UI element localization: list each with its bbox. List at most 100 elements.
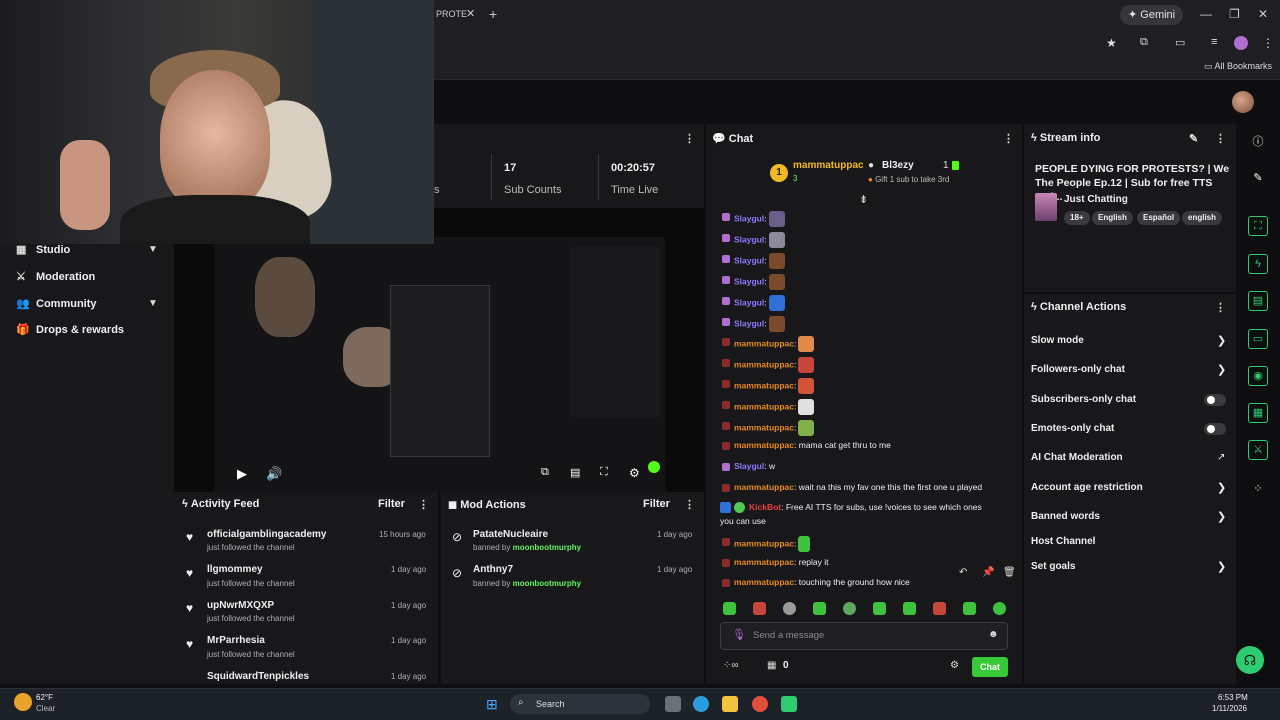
chat-username[interactable]: Slaygul	[734, 276, 764, 286]
chat-username[interactable]: KickBot	[749, 502, 781, 512]
task-view-icon[interactable]	[665, 696, 681, 712]
category-boxart[interactable]	[1035, 193, 1057, 221]
emotes-only-toggle[interactable]	[1204, 423, 1226, 435]
host-channel[interactable]: Host Channel	[1031, 536, 1095, 547]
help-headset-icon[interactable]: ☊	[1236, 646, 1264, 674]
banned-words[interactable]: Banned words	[1031, 511, 1100, 522]
minimize-icon[interactable]: —	[1200, 7, 1212, 21]
weather-icon[interactable]	[14, 693, 32, 711]
points-icon[interactable]: ▦	[767, 660, 776, 671]
emote-shortcut[interactable]	[813, 602, 826, 615]
browser-menu-icon[interactable]: ⋮	[1262, 36, 1274, 50]
chat-username[interactable]: mammatuppac	[734, 577, 794, 587]
clip-icon[interactable]: ⛶	[1248, 216, 1268, 236]
chat-input-placeholder[interactable]: Send a message	[753, 630, 824, 641]
feed-item-name[interactable]: upNwrMXQXP	[207, 600, 274, 611]
taskbar-search[interactable]: Search	[510, 694, 650, 714]
chat-username[interactable]: mammatuppac	[734, 401, 794, 411]
layout-icon[interactable]: ▦	[1248, 403, 1268, 423]
chat-username[interactable]: mammatuppac	[734, 440, 794, 450]
activity-menu-icon[interactable]: ⋮	[418, 498, 429, 511]
account-age-restriction[interactable]: Account age restriction	[1031, 482, 1143, 493]
ai-chat-moderation[interactable]: AI Chat Moderation	[1031, 452, 1123, 463]
emote-shortcut[interactable]	[963, 602, 976, 615]
followers-only-chat[interactable]: Followers-only chat	[1031, 364, 1125, 375]
chat-settings-icon[interactable]: ⚙	[950, 660, 959, 671]
feed-item-name[interactable]: SquidwardTenpickles	[207, 671, 309, 682]
subscribers-only-chat[interactable]: Subscribers-only chat	[1031, 394, 1136, 405]
volume-icon[interactable]: 🔊	[266, 466, 282, 482]
stream-info-menu-icon[interactable]: ⋮	[1215, 132, 1226, 145]
emoji-icon[interactable]: ☻	[988, 629, 999, 640]
chat-username[interactable]: Slaygul	[734, 213, 764, 223]
edit-pencil-icon[interactable]: ✎	[1189, 132, 1198, 145]
chevron-down-icon[interactable]: ▼	[148, 298, 158, 309]
slow-mode[interactable]: Slow mode	[1031, 335, 1084, 346]
weather-temp[interactable]: 62°F	[36, 693, 53, 702]
community-icon[interactable]: ⁘	[1250, 481, 1266, 497]
channel-actions-menu-icon[interactable]: ⋮	[1215, 301, 1226, 314]
chat-username[interactable]: Slaygul	[734, 255, 764, 265]
emote-shortcut[interactable]	[993, 602, 1006, 615]
mod-item-name[interactable]: Anthny7	[473, 564, 513, 575]
user-avatar[interactable]	[1232, 91, 1254, 113]
chat-identity-icon[interactable]: ⁘∞	[723, 660, 739, 671]
edge-icon[interactable]	[693, 696, 709, 712]
chat-username[interactable]: mammatuppac	[734, 359, 794, 369]
nav-studio[interactable]: ▦ Studio	[16, 243, 70, 256]
stats-menu-icon[interactable]: ⋮	[684, 132, 695, 145]
chat-tool-icon[interactable]: ▭	[1248, 329, 1268, 349]
reply-icon[interactable]: ↶	[959, 567, 967, 578]
chat-send-button[interactable]: Chat	[972, 657, 1008, 677]
top-gifter-name[interactable]: mammatuppac	[793, 160, 864, 171]
gemini-button[interactable]: ✦ Gemini	[1120, 5, 1184, 25]
chevron-right-icon[interactable]: ❯	[1217, 560, 1226, 573]
cast-icon[interactable]: ▭	[1175, 36, 1185, 49]
file-explorer-icon[interactable]	[722, 696, 738, 712]
emote-shortcut[interactable]	[753, 602, 766, 615]
mod-sword-icon[interactable]: ⚔	[1248, 440, 1268, 460]
delete-icon[interactable]: 🗑	[1003, 567, 1016, 578]
close-window-icon[interactable]: ✕	[1258, 7, 1268, 21]
mod-filter-button[interactable]: Filter	[643, 498, 670, 510]
chevron-right-icon[interactable]: ❯	[1217, 510, 1226, 523]
tag[interactable]: Español	[1137, 211, 1181, 225]
emote-shortcut[interactable]	[903, 602, 916, 615]
pip-icon[interactable]: ⧉	[541, 466, 549, 479]
chevron-right-icon[interactable]: ❯	[1217, 363, 1226, 376]
chat-username[interactable]: mammatuppac	[734, 380, 794, 390]
emotes-only-chat[interactable]: Emotes-only chat	[1031, 423, 1114, 434]
category-name[interactable]: Just Chatting	[1064, 194, 1128, 205]
set-goals[interactable]: Set goals	[1031, 561, 1075, 572]
chevron-right-icon[interactable]: ❯	[1217, 481, 1226, 494]
notes-icon[interactable]: ▤	[1248, 291, 1268, 311]
mod-menu-icon[interactable]: ⋮	[684, 498, 695, 511]
nav-drops-rewards[interactable]: 🎁 Drops & rewards	[16, 323, 124, 336]
chat-username[interactable]: mammatuppac	[734, 538, 794, 548]
gift-cta[interactable]: ● Gift 1 sub to take 3rd	[868, 175, 949, 184]
fullscreen-icon[interactable]: ⛶	[600, 466, 608, 479]
pinned-collapse-icon[interactable]: ⇟	[859, 193, 868, 206]
mod-item-moderator[interactable]: moonbootmurphy	[513, 579, 581, 588]
activity-filter-button[interactable]: Filter	[378, 498, 405, 510]
chat-username[interactable]: Slaygul	[734, 461, 764, 471]
lightning-tool-icon[interactable]: ϟ	[1248, 254, 1268, 274]
tab-search-icon[interactable]: ≡	[1211, 36, 1217, 48]
chat-username[interactable]: mammatuppac	[734, 422, 794, 432]
stream-preview[interactable]	[215, 237, 665, 495]
new-tab-icon[interactable]: +	[489, 6, 497, 22]
emote-shortcut[interactable]	[933, 602, 946, 615]
all-bookmarks[interactable]: ▭ All Bookmarks	[1204, 61, 1272, 72]
emote-shortcut[interactable]	[723, 602, 736, 615]
nav-community[interactable]: 👥 Community	[16, 297, 97, 310]
tag[interactable]: english	[1182, 211, 1223, 225]
chevron-down-icon[interactable]: ▼	[148, 244, 158, 255]
close-tab-icon[interactable]: ✕	[466, 7, 475, 20]
chat-username[interactable]: mammatuppac	[734, 557, 794, 567]
emote-shortcut[interactable]	[843, 602, 856, 615]
subscribers-only-toggle[interactable]	[1204, 394, 1226, 406]
chat-menu-icon[interactable]: ⋮	[1003, 132, 1014, 145]
tag[interactable]: English	[1092, 211, 1133, 225]
clock-date[interactable]: 1/11/2026	[1212, 704, 1247, 713]
mod-item-moderator[interactable]: moonbootmurphy	[513, 543, 581, 552]
